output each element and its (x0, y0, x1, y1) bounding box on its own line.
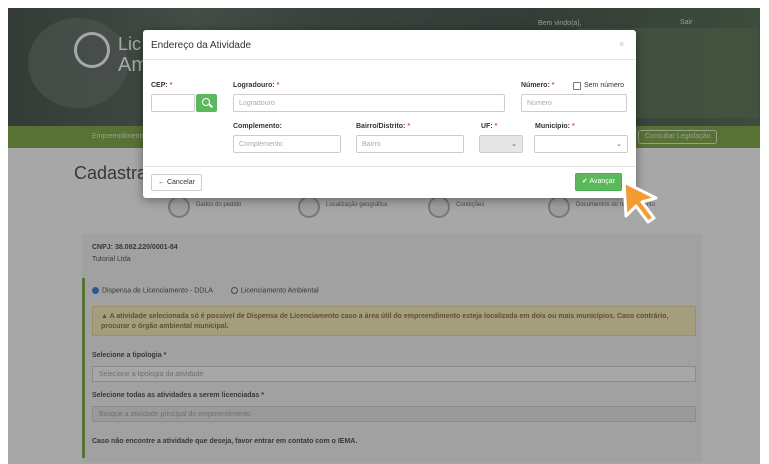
sem-numero-checkbox[interactable] (573, 82, 581, 90)
label-text: CEP: (151, 82, 168, 89)
label-text: UF: (481, 123, 493, 130)
next-button[interactable]: ✔ Avançar (575, 173, 622, 191)
address-modal: Endereço da Atividade × CEP: * Logradour… (143, 30, 636, 198)
required-mark: * (571, 123, 575, 130)
required-mark: * (169, 82, 173, 89)
uf-label: UF: * (481, 123, 497, 130)
label-text: Município: (535, 123, 570, 130)
chevron-down-icon: ⌄ (616, 141, 622, 148)
modal-header: Endereço da Atividade × (143, 30, 636, 60)
cep-label: CEP: * (151, 82, 172, 89)
chevron-down-icon: ⌄ (511, 141, 517, 148)
modal-title: Endereço da Atividade (151, 40, 252, 51)
bairro-label: Bairro/Distrito: * (356, 123, 410, 130)
uf-select[interactable]: ⌄ (479, 135, 523, 153)
logradouro-input[interactable] (233, 94, 505, 112)
required-mark: * (407, 123, 411, 130)
numero-label: Número: * (521, 82, 554, 89)
cursor-pointer-icon (622, 180, 658, 224)
label-text: Bairro/Distrito: (356, 123, 406, 130)
label-text: Logradouro: (233, 82, 275, 89)
municipio-select[interactable]: ⌄ (534, 135, 628, 153)
required-mark: * (276, 82, 280, 89)
required-mark: * (551, 82, 555, 89)
bairro-input[interactable] (356, 135, 464, 153)
numero-input[interactable] (521, 94, 627, 112)
complemento-label: Complemento: (233, 123, 282, 130)
close-icon[interactable]: × (619, 39, 624, 49)
search-cep-button[interactable] (196, 94, 217, 112)
label-text: Número: (521, 82, 550, 89)
complemento-input[interactable] (233, 135, 341, 153)
municipio-label: Município: * (535, 123, 575, 130)
cep-input[interactable] (151, 94, 195, 112)
search-icon (202, 98, 210, 106)
logradouro-label: Logradouro: * (233, 82, 279, 89)
sem-numero-label: Sem número (584, 82, 625, 89)
modal-footer: ← Cancelar ✔ Avançar (143, 166, 636, 198)
required-mark: * (494, 123, 498, 130)
cancel-button[interactable]: ← Cancelar (151, 174, 202, 191)
